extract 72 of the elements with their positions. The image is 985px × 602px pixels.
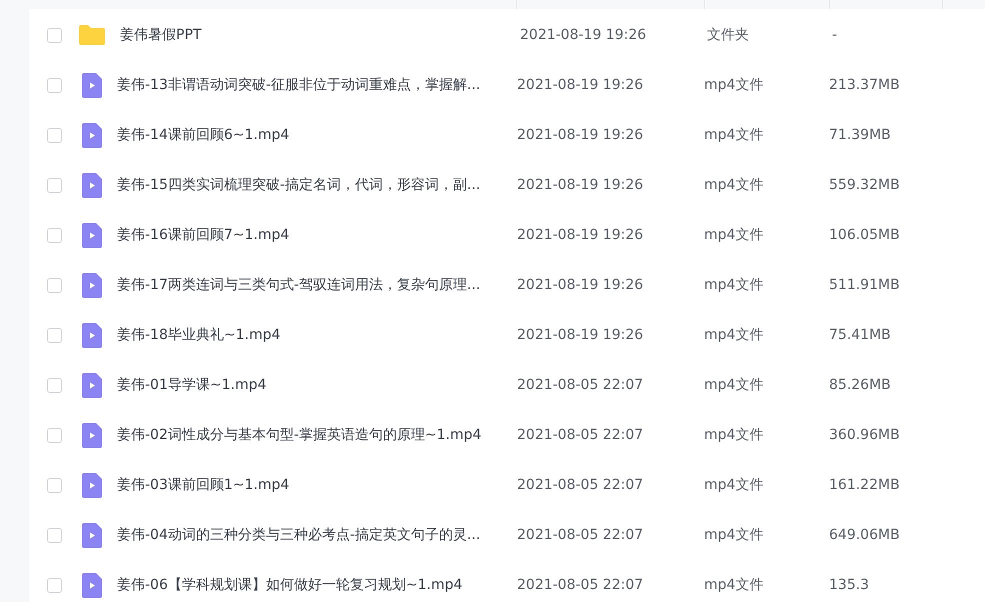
file-name[interactable]: 姜伟-16课前回顾7~1.mp4	[117, 224, 517, 246]
file-type: mp4文件	[704, 526, 764, 544]
modified-date: 2021-08-05 22:07	[517, 376, 644, 394]
file-size: -	[832, 26, 838, 44]
file-type: mp4文件	[704, 426, 764, 444]
file-size: 213.37MB	[829, 76, 900, 94]
video-file-icon	[82, 122, 102, 148]
modified-date: 2021-08-19 19:26	[517, 76, 644, 94]
file-name[interactable]: 姜伟暑假PPT	[120, 24, 520, 46]
checkbox[interactable]	[47, 578, 62, 592]
checkbox[interactable]	[47, 178, 62, 192]
file-type: mp4文件	[704, 76, 764, 94]
file-type: mp4文件	[704, 376, 764, 394]
checkbox[interactable]	[47, 478, 62, 492]
checkbox[interactable]	[47, 378, 62, 392]
modified-date: 2021-08-19 19:26	[517, 326, 644, 344]
video-file-icon	[82, 322, 102, 348]
file-size: 71.39MB	[829, 126, 891, 144]
file-size: 360.96MB	[829, 426, 900, 444]
file-name[interactable]: 姜伟-03课前回顾1~1.mp4	[117, 474, 517, 496]
folder-icon	[79, 25, 105, 45]
modified-date: 2021-08-19 19:26	[517, 276, 644, 294]
checkbox[interactable]	[47, 78, 62, 92]
modified-date: 2021-08-05 22:07	[517, 426, 644, 444]
file-type: mp4文件	[704, 476, 764, 494]
checkbox[interactable]	[47, 228, 62, 242]
file-type: mp4文件	[704, 276, 764, 294]
checkbox[interactable]	[47, 428, 62, 442]
video-file-icon	[82, 272, 102, 298]
modified-date: 2021-08-05 22:07	[517, 476, 644, 494]
video-file-icon	[82, 222, 102, 248]
file-type: mp4文件	[704, 226, 764, 244]
video-file-icon	[82, 472, 102, 498]
file-name[interactable]: 姜伟-18毕业典礼~1.mp4	[117, 324, 517, 346]
modified-date: 2021-08-05 22:07	[517, 576, 644, 594]
file-size: 75.41MB	[829, 326, 891, 344]
checkbox[interactable]	[47, 28, 62, 42]
file-name[interactable]: 姜伟-01导学课~1.mp4	[117, 374, 517, 396]
video-file-icon	[82, 422, 102, 448]
file-size: 161.22MB	[829, 476, 900, 494]
file-size: 135.3	[829, 576, 870, 594]
file-size: 85.26MB	[829, 376, 891, 394]
file-size: 649.06MB	[829, 526, 900, 544]
video-file-icon	[82, 72, 102, 98]
file-name[interactable]: 姜伟-17两类连词与三类句式-驾驭连词用法，复杂句原理...	[117, 274, 517, 296]
file-name[interactable]: 姜伟-04动词的三种分类与三种必考点-搞定英文句子的灵...	[117, 524, 517, 546]
file-name[interactable]: 姜伟-13非谓语动词突破-征服非位于动词重难点，掌握解...	[117, 74, 517, 96]
checkbox[interactable]	[47, 128, 62, 142]
file-name[interactable]: 姜伟-14课前回顾6~1.mp4	[117, 124, 517, 146]
file-type: mp4文件	[704, 126, 764, 144]
modified-date: 2021-08-19 19:26	[517, 176, 644, 194]
video-file-icon	[82, 172, 102, 198]
file-name[interactable]: 姜伟-15四类实词梳理突破-搞定名词，代词，形容词，副...	[117, 174, 517, 196]
checkbox[interactable]	[47, 328, 62, 342]
file-type: 文件夹	[707, 26, 750, 44]
video-file-icon	[82, 572, 102, 598]
video-file-icon	[82, 372, 102, 398]
modified-date: 2021-08-19 19:26	[520, 26, 648, 44]
checkbox[interactable]	[47, 278, 62, 292]
file-type: mp4文件	[704, 576, 764, 594]
modified-date: 2021-08-19 19:26	[517, 126, 644, 144]
file-type: mp4文件	[704, 176, 764, 194]
modified-date: 2021-08-19 19:26	[517, 226, 644, 244]
file-type: mp4文件	[704, 326, 764, 344]
file-size: 511.91MB	[829, 276, 900, 294]
file-size: 106.05MB	[829, 226, 900, 244]
video-file-icon	[82, 522, 102, 548]
checkbox[interactable]	[47, 528, 62, 542]
file-name[interactable]: 姜伟-02词性成分与基本句型-掌握英语造句的原理~1.mp4	[117, 424, 517, 446]
modified-date: 2021-08-05 22:07	[517, 526, 644, 544]
file-name[interactable]: 姜伟-06【学科规划课】如何做好一轮复习规划~1.mp4	[117, 574, 517, 596]
file-size: 559.32MB	[829, 176, 900, 194]
